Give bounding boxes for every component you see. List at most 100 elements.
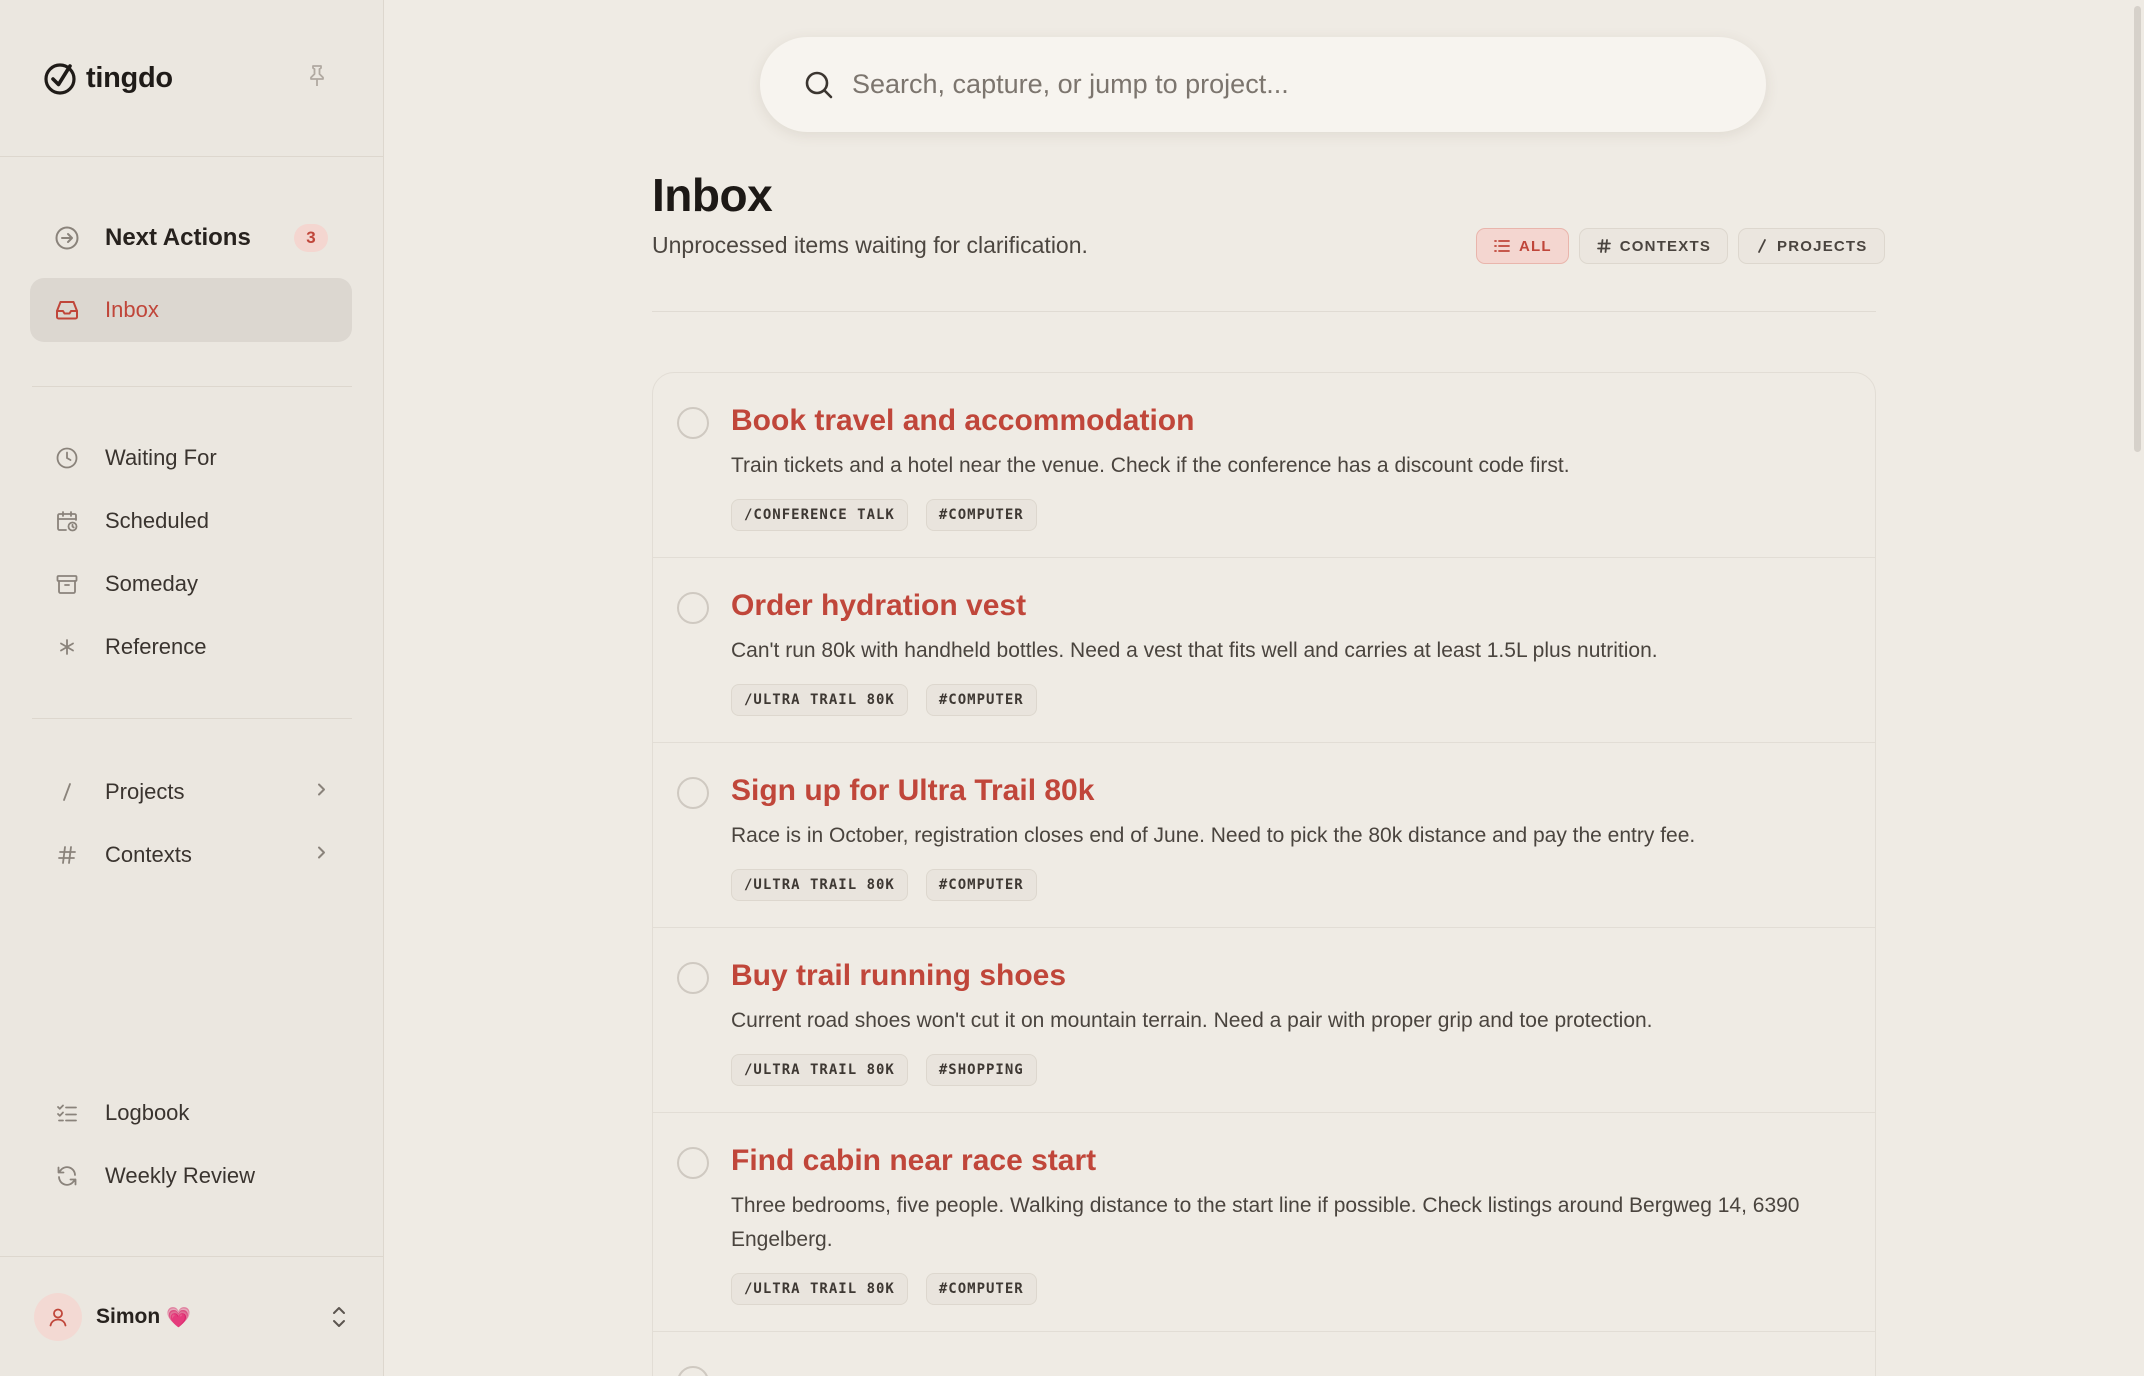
- project-tag[interactable]: /ULTRA TRAIL 80K: [731, 1273, 908, 1305]
- sidebar-item-weekly-review[interactable]: Weekly Review: [30, 1144, 352, 1208]
- sidebar-item-contexts[interactable]: Contexts: [30, 823, 352, 887]
- task-checkbox[interactable]: [677, 1147, 709, 1179]
- sidebar-item-label: Reference: [105, 634, 207, 659]
- task-item[interactable]: Book travel and accommodation Train tick…: [653, 373, 1875, 558]
- chevron-up-down-icon[interactable]: [330, 1304, 348, 1335]
- slash-icon: [1758, 239, 1766, 253]
- context-tag[interactable]: #SHOPPING: [925, 1054, 1037, 1086]
- task-title[interactable]: Book travel and accommodation: [731, 403, 1835, 439]
- context-tag[interactable]: #COMPUTER: [925, 684, 1037, 716]
- scrollbar-thumb[interactable]: [2134, 6, 2141, 452]
- task-description: Train tickets and a hotel near the venue…: [731, 454, 1570, 477]
- task-checkbox[interactable]: [677, 962, 709, 994]
- brand-name: tingdo: [86, 61, 173, 94]
- sidebar: tingdo Next Actions 3 Inbox Waiting For …: [0, 0, 384, 1376]
- checklist-icon: [52, 1098, 82, 1128]
- heart-emoji: 💗: [166, 1306, 192, 1329]
- task-tags: /ULTRA TRAIL 80K #SHOPPING: [731, 1054, 1835, 1112]
- search-bar[interactable]: [760, 37, 1766, 132]
- task-item[interactable]: Buy trail running shoes Current road sho…: [653, 928, 1875, 1113]
- app-window: tingdo Next Actions 3 Inbox Waiting For …: [0, 0, 2144, 1376]
- sidebar-divider: [0, 1256, 384, 1257]
- arrow-circle-icon: [52, 223, 82, 253]
- hash-icon: [52, 840, 82, 870]
- search-input[interactable]: [852, 69, 1732, 100]
- sidebar-item-someday[interactable]: Someday: [30, 552, 352, 616]
- sidebar-divider: [0, 156, 384, 157]
- brand-logo[interactable]: tingdo: [42, 58, 173, 98]
- task-title[interactable]: Find cabin near race start: [731, 1143, 1835, 1179]
- context-tag[interactable]: #COMPUTER: [925, 869, 1037, 901]
- task-checkbox[interactable]: [677, 777, 709, 809]
- sidebar-divider: [32, 386, 352, 387]
- task-tags: /ULTRA TRAIL 80K #COMPUTER: [731, 684, 1835, 742]
- filter-all-button[interactable]: ALL: [1476, 228, 1569, 264]
- slash-icon: [52, 777, 82, 807]
- sidebar-item-projects[interactable]: Projects: [30, 760, 352, 824]
- sidebar-item-label: Waiting For: [105, 445, 217, 470]
- task-tags: /ULTRA TRAIL 80K #COMPUTER: [731, 1273, 1835, 1331]
- task-tags: /CONFERENCE TALK #COMPUTER: [731, 499, 1835, 557]
- check-circle-logo-icon: [44, 63, 76, 95]
- filter-label: PROJECTS: [1777, 237, 1868, 255]
- task-description: Race is in October, registration closes …: [731, 824, 1696, 847]
- task-item-partial[interactable]: [653, 1332, 1875, 1376]
- avatar: [34, 1293, 82, 1341]
- sidebar-item-reference[interactable]: Reference: [30, 615, 352, 679]
- context-tag[interactable]: #COMPUTER: [925, 1273, 1037, 1305]
- project-tag[interactable]: /ULTRA TRAIL 80K: [731, 684, 908, 716]
- header-divider: [652, 311, 1876, 312]
- archive-icon: [52, 569, 82, 599]
- task-checkbox[interactable]: [677, 407, 709, 439]
- chevron-right-icon[interactable]: [314, 844, 328, 867]
- sidebar-item-waiting-for[interactable]: Waiting For: [30, 426, 352, 490]
- page-scrollbar[interactable]: [2130, 0, 2144, 1376]
- sidebar-item-logbook[interactable]: Logbook: [30, 1081, 352, 1145]
- sidebar-item-label: Inbox: [105, 297, 159, 322]
- task-checkbox[interactable]: [677, 592, 709, 624]
- sidebar-item-label: Weekly Review: [105, 1163, 255, 1188]
- sidebar-item-scheduled[interactable]: Scheduled: [30, 489, 352, 553]
- sidebar-item-label: Contexts: [105, 842, 192, 867]
- filter-contexts-button[interactable]: CONTEXTS: [1578, 228, 1729, 264]
- sidebar-item-label: Logbook: [105, 1100, 190, 1125]
- user-icon: [49, 1308, 67, 1327]
- task-description: Three bedrooms, five people. Walking dis…: [731, 1194, 1800, 1251]
- chevron-right-icon[interactable]: [314, 781, 328, 804]
- sidebar-item-label: Next Actions: [105, 224, 251, 251]
- search-icon: [805, 71, 833, 98]
- project-tag[interactable]: /CONFERENCE TALK: [731, 499, 908, 531]
- sidebar-divider: [32, 718, 352, 719]
- pin-icon[interactable]: [304, 62, 330, 90]
- project-tag[interactable]: /ULTRA TRAIL 80K: [731, 869, 908, 901]
- sidebar-item-inbox[interactable]: Inbox: [30, 278, 352, 342]
- hash-icon: [1596, 239, 1611, 253]
- sidebar-item-label: Someday: [105, 571, 198, 596]
- sidebar-item-label: Scheduled: [105, 508, 209, 533]
- task-list: Book travel and accommodation Train tick…: [652, 372, 1876, 1376]
- filter-chips: ALL CONTEXTS PROJECTS: [1476, 228, 1885, 264]
- task-title[interactable]: Buy trail running shoes: [731, 958, 1835, 994]
- task-title[interactable]: Sign up for Ultra Trail 80k: [731, 773, 1835, 809]
- context-tag[interactable]: #COMPUTER: [925, 499, 1037, 531]
- page-subtitle: Unprocessed items waiting for clarificat…: [652, 232, 1088, 258]
- page-title: Inbox: [652, 169, 773, 221]
- calendar-clock-icon: [52, 506, 82, 536]
- task-checkbox[interactable]: [677, 1366, 709, 1376]
- sidebar-item-next-actions[interactable]: Next Actions 3: [30, 206, 352, 270]
- project-tag[interactable]: /ULTRA TRAIL 80K: [731, 1054, 908, 1086]
- task-tags: /ULTRA TRAIL 80K #COMPUTER: [731, 869, 1835, 927]
- task-description: Can't run 80k with handheld bottles. Nee…: [731, 639, 1658, 662]
- filter-projects-button[interactable]: PROJECTS: [1738, 228, 1885, 264]
- task-item[interactable]: Sign up for Ultra Trail 80k Race is in O…: [653, 743, 1875, 928]
- filter-label: ALL: [1519, 237, 1552, 255]
- count-badge: 3: [294, 224, 328, 252]
- task-item[interactable]: Find cabin near race start Three bedroom…: [653, 1113, 1875, 1332]
- task-title[interactable]: Order hydration vest: [731, 588, 1835, 624]
- user-name: Simon: [96, 1305, 161, 1328]
- task-item[interactable]: Order hydration vest Can't run 80k with …: [653, 558, 1875, 743]
- task-description: Current road shoes won't cut it on mount…: [731, 1009, 1653, 1032]
- user-menu[interactable]: Simon 💗: [34, 1292, 352, 1342]
- refresh-icon: [52, 1161, 82, 1191]
- filter-label: CONTEXTS: [1619, 237, 1712, 255]
